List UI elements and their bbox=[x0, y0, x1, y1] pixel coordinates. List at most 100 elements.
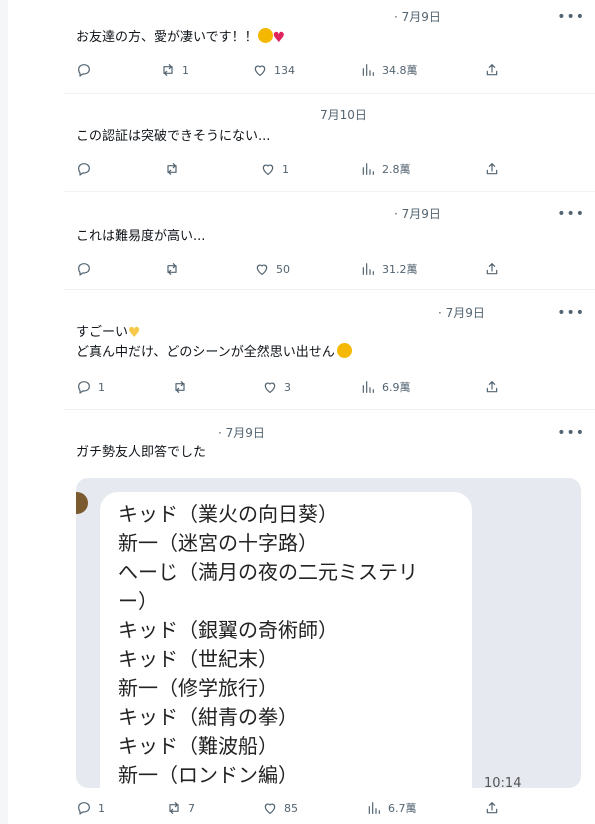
views-button[interactable]: 2.8萬 bbox=[360, 159, 411, 179]
like-button[interactable]: 50 bbox=[254, 259, 290, 279]
retweet-icon bbox=[167, 263, 177, 275]
views-button[interactable]: 6.9萬 bbox=[360, 377, 411, 397]
share-icon bbox=[486, 263, 498, 275]
image-text-line: キッド（世紀末） bbox=[118, 647, 278, 671]
image-text-line: キッド（紺青の拳） bbox=[118, 705, 298, 729]
more-icon[interactable]: ••• bbox=[557, 10, 585, 24]
tweet-actions: 1 7 85 6.7萬 bbox=[64, 798, 595, 818]
more-icon[interactable]: ••• bbox=[557, 306, 585, 320]
tweet-text-body: すごーい bbox=[76, 325, 129, 340]
message-time: 10:14 bbox=[484, 776, 522, 788]
tweet-3[interactable]: · 7月9日 ••• これは難易度が高い... 50 31.2萬 bbox=[64, 192, 595, 290]
retweet-button[interactable] bbox=[172, 377, 194, 397]
reply-count: 1 bbox=[98, 380, 105, 394]
tweet-text: この認証は突破できそうにない... bbox=[76, 129, 271, 144]
image-text-line: 新一（ロンドン編） bbox=[118, 763, 298, 787]
views-count: 2.8萬 bbox=[382, 163, 411, 176]
retweet-count: 1 bbox=[182, 63, 189, 77]
image-text-line: キッド（難波船） bbox=[118, 734, 278, 758]
share-icon bbox=[486, 64, 498, 76]
tweet-2[interactable]: 7月10日 この認証は突破できそうにない... 1 2.8萬 bbox=[64, 94, 595, 192]
like-count: 50 bbox=[276, 262, 290, 276]
reply-icon bbox=[78, 263, 90, 276]
like-button[interactable]: 134 bbox=[252, 60, 295, 80]
views-button[interactable]: 34.8萬 bbox=[360, 60, 418, 80]
retweet-count: 7 bbox=[188, 801, 195, 815]
heart-icon bbox=[264, 382, 276, 393]
views-count: 31.2萬 bbox=[382, 263, 418, 276]
views-button[interactable]: 31.2萬 bbox=[360, 259, 418, 279]
reply-button[interactable] bbox=[76, 159, 98, 179]
image-text-line: へーじ（満月の夜の二元ミステリ bbox=[118, 560, 418, 584]
tweet-date[interactable]: · 7月9日 bbox=[394, 205, 441, 222]
tweet-actions: 50 31.2萬 bbox=[64, 259, 595, 279]
heart-icon bbox=[264, 803, 276, 814]
timeline-left-edge bbox=[0, 0, 8, 824]
share-button[interactable] bbox=[484, 259, 500, 279]
heart-icon bbox=[262, 164, 274, 175]
tweet-date[interactable]: · 7月9日 bbox=[218, 424, 265, 441]
tweet-image[interactable]: キッド（業火の向日葵） 新一（迷宮の十字路） へーじ（満月の夜の二元ミステリ ー… bbox=[76, 478, 581, 788]
reply-button[interactable] bbox=[76, 60, 98, 80]
tweet-actions: 1 2.8萬 bbox=[64, 159, 595, 179]
tweet-5[interactable]: · 7月9日 ••• ガチ勢友人即答でした キッド（業火の向日葵） 新一（迷宮の… bbox=[64, 410, 595, 824]
more-icon[interactable]: ••• bbox=[557, 426, 585, 440]
views-icon bbox=[362, 263, 374, 275]
heart-eyes-emoji bbox=[257, 28, 273, 43]
share-icon bbox=[486, 802, 498, 814]
retweet-button[interactable] bbox=[164, 259, 186, 279]
views-icon bbox=[368, 802, 380, 814]
like-button[interactable]: 3 bbox=[262, 377, 291, 397]
retweet-icon bbox=[167, 163, 177, 175]
retweet-button[interactable]: 1 bbox=[160, 60, 189, 80]
views-count: 6.9萬 bbox=[382, 381, 411, 394]
reply-button[interactable] bbox=[76, 259, 98, 279]
like-button[interactable]: 85 bbox=[262, 798, 298, 818]
more-icon[interactable]: ••• bbox=[557, 207, 585, 221]
share-button[interactable] bbox=[484, 60, 500, 80]
tweet-actions: 1 134 34.8萬 bbox=[64, 60, 595, 80]
views-icon bbox=[362, 381, 374, 393]
heart-icon bbox=[254, 65, 266, 76]
reply-icon bbox=[78, 802, 90, 815]
image-text-line: キッド（銀翼の奇術師） bbox=[118, 618, 338, 642]
tweet-text: これは難易度が高い... bbox=[76, 229, 206, 244]
chat-bubble: キッド（業火の向日葵） 新一（迷宮の十字路） へーじ（満月の夜の二元ミステリ ー… bbox=[100, 492, 472, 788]
share-icon bbox=[486, 163, 498, 175]
tweet-text-body: ど真ん中だけ、どのシーンが全然思い出せん bbox=[76, 345, 335, 360]
tweet-date[interactable]: · 7月9日 bbox=[394, 8, 441, 25]
tweet-text-line2: ど真ん中だけ、どのシーンが全然思い出せん bbox=[76, 343, 352, 363]
like-count: 85 bbox=[284, 801, 298, 815]
share-button[interactable] bbox=[484, 159, 500, 179]
tweet-text-body: お友達の方、愛が凄いです！！ bbox=[76, 30, 258, 45]
retweet-icon bbox=[169, 802, 179, 814]
tweet-actions: 1 3 6.9萬 bbox=[64, 377, 595, 397]
tweet-date[interactable]: 7月10日 bbox=[320, 106, 367, 123]
tweet-4[interactable]: · 7月9日 ••• すごーい♥ ど真ん中だけ、どのシーンが全然思い出せん 1 … bbox=[64, 290, 595, 410]
like-count: 1 bbox=[282, 162, 289, 176]
views-icon bbox=[362, 64, 374, 76]
like-button[interactable]: 1 bbox=[260, 159, 289, 179]
like-count: 134 bbox=[274, 63, 295, 77]
reply-count: 1 bbox=[98, 801, 105, 815]
share-button[interactable] bbox=[484, 798, 500, 818]
tweet-text: お友達の方、愛が凄いです！！ ♥ bbox=[76, 28, 285, 48]
tweet-1[interactable]: · 7月9日 ••• お友達の方、愛が凄いです！！ ♥ 1 134 34.8萬 bbox=[64, 0, 595, 94]
retweet-icon bbox=[175, 381, 185, 393]
tweet-date[interactable]: · 7月9日 bbox=[438, 304, 485, 321]
two-hearts-emoji: ♥ bbox=[272, 30, 286, 46]
views-icon bbox=[362, 163, 374, 175]
reply-icon bbox=[78, 163, 90, 176]
reply-icon bbox=[78, 381, 90, 394]
views-button[interactable]: 6.7萬 bbox=[366, 798, 417, 818]
retweet-button[interactable]: 7 bbox=[166, 798, 195, 818]
like-count: 3 bbox=[284, 380, 291, 394]
chat-avatar bbox=[76, 492, 88, 514]
retweet-button[interactable] bbox=[164, 159, 186, 179]
image-text-line: ー） bbox=[118, 589, 158, 613]
share-icon bbox=[486, 381, 498, 393]
share-button[interactable] bbox=[484, 377, 500, 397]
reply-button[interactable]: 1 bbox=[76, 377, 105, 397]
tweet-text: ガチ勢友人即答でした bbox=[76, 445, 207, 460]
reply-button[interactable]: 1 bbox=[76, 798, 105, 818]
